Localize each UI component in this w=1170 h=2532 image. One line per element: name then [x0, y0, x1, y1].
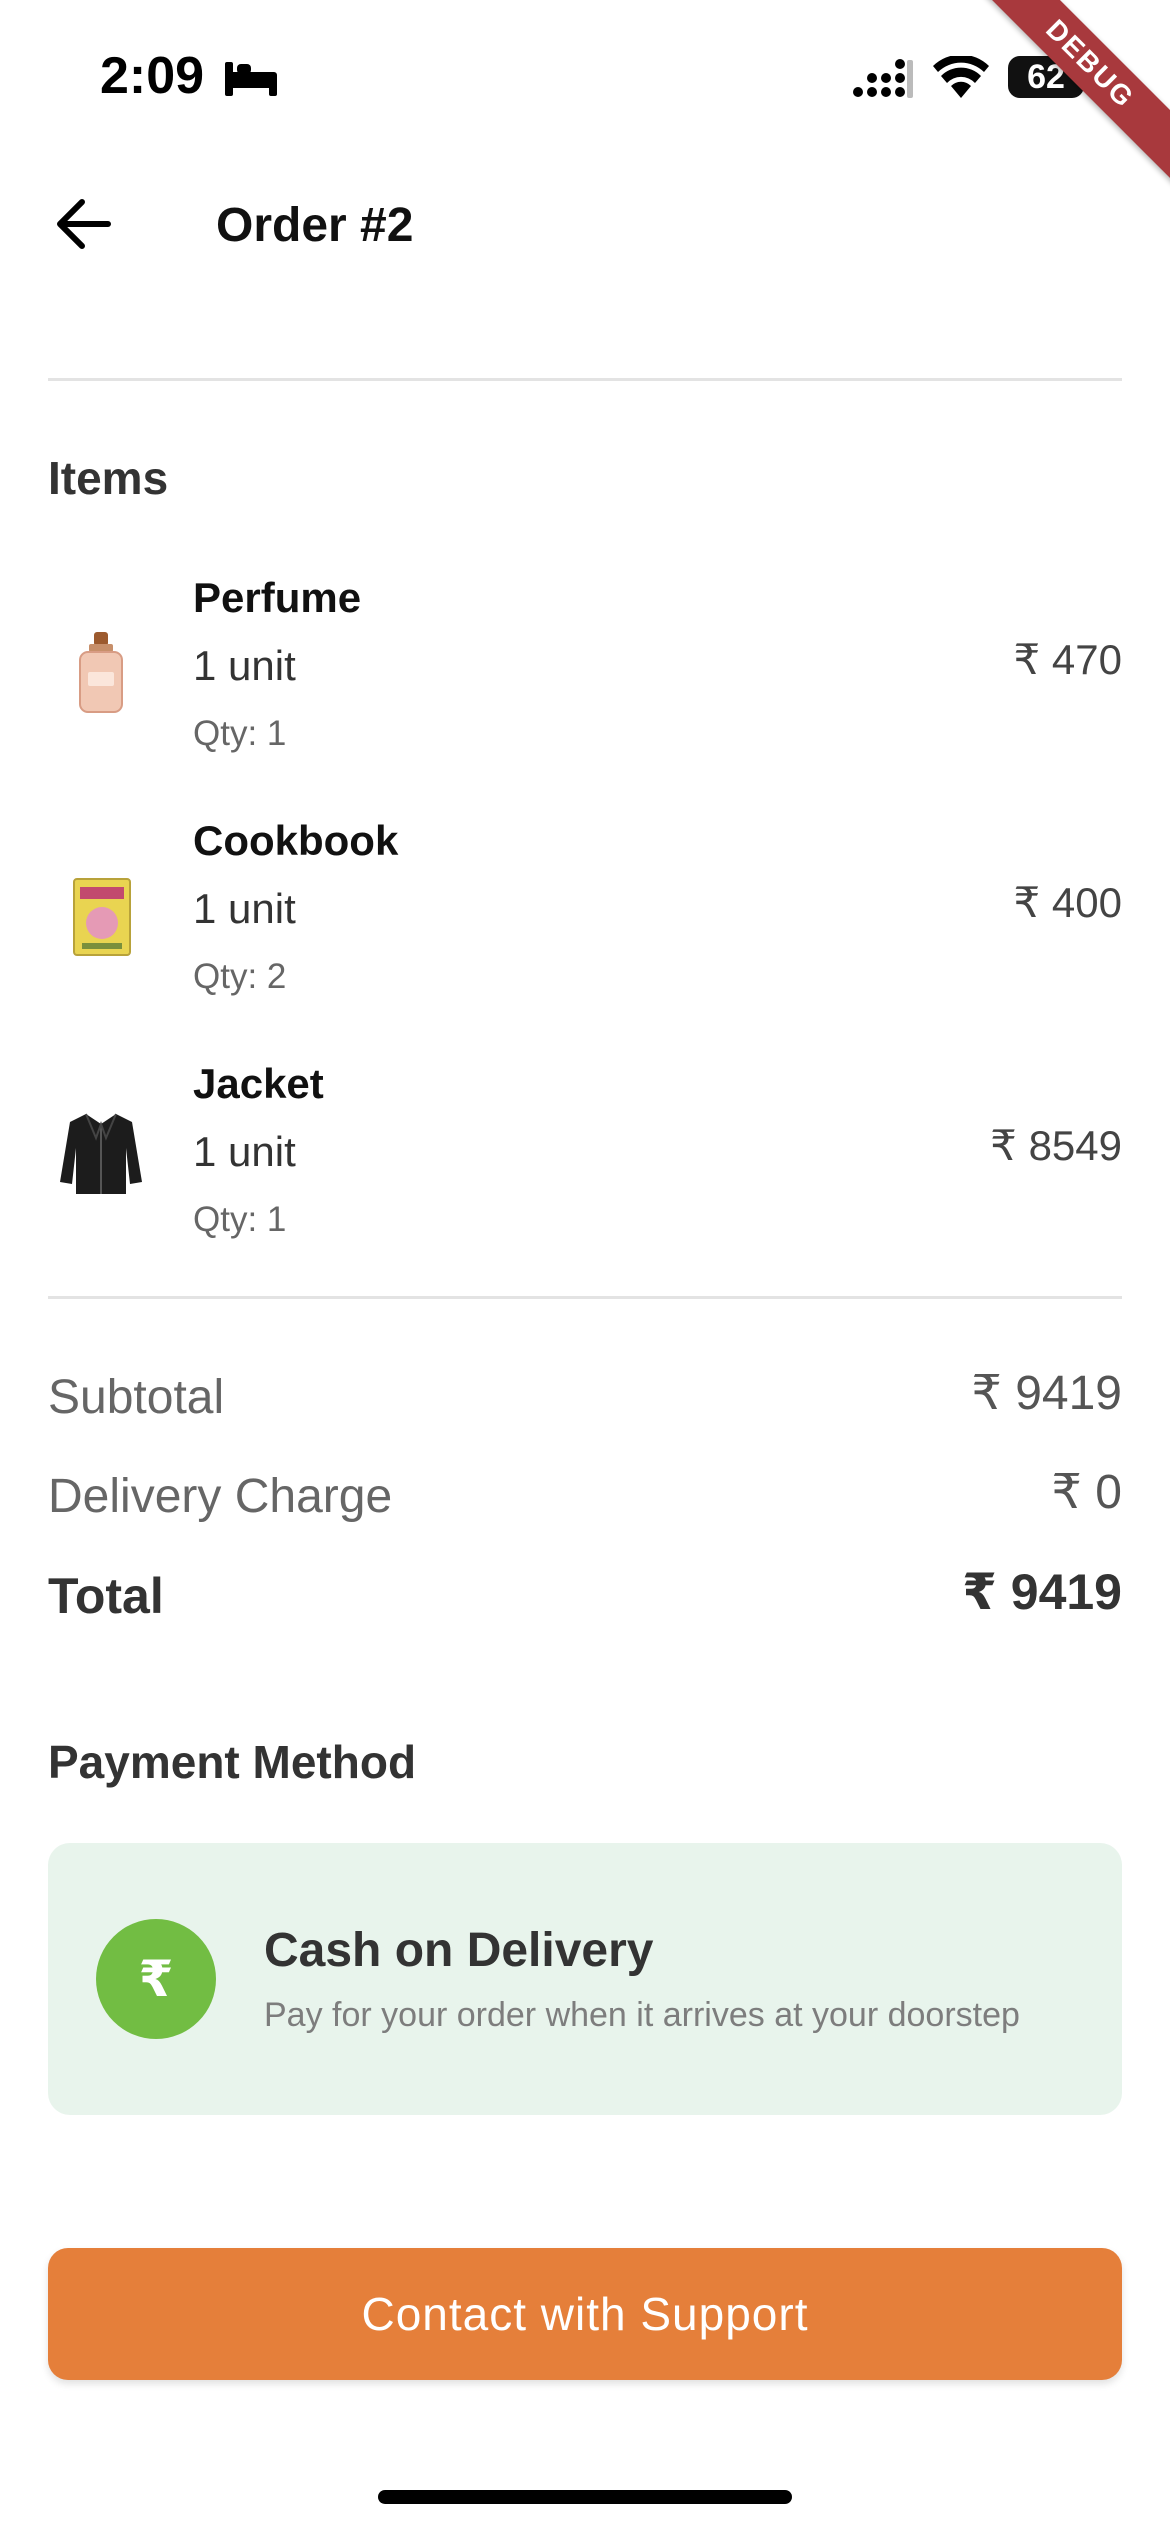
rupee-icon: ₹ [96, 1919, 216, 2039]
jacket-thumbnail [60, 1113, 142, 1194]
payment-section-title: Payment Method [48, 1736, 417, 1788]
item-name: Jacket [193, 1060, 324, 1107]
back-arrow-icon[interactable] [52, 192, 116, 256]
item-price: ₹ 400 [1013, 879, 1122, 926]
list-item[interactable]: Perfume 1 unit Qty: 1 ₹ 470 [48, 572, 1122, 802]
cellular-signal-icon [853, 59, 913, 98]
subtotal-value: ₹ 9419 [971, 1367, 1122, 1420]
item-unit: 1 unit [193, 1128, 296, 1175]
cookbook-thumbnail [73, 878, 131, 956]
payment-method-title: Cash on Delivery [264, 1924, 654, 1977]
item-unit: 1 unit [193, 642, 296, 689]
delivery-charge-label: Delivery Charge [48, 1470, 393, 1523]
item-price: ₹ 470 [1013, 636, 1122, 683]
total-label: Total [48, 1568, 164, 1624]
item-qty: Qty: 1 [193, 714, 287, 753]
status-time: 2:09 [100, 47, 205, 105]
payment-method-card[interactable]: ₹ Cash on Delivery Pay for your order wh… [48, 1843, 1122, 2115]
list-item[interactable]: Cookbook 1 unit Qty: 2 ₹ 400 [48, 815, 1122, 1045]
items-section-title: Items [48, 452, 169, 504]
item-name: Perfume [193, 574, 362, 621]
item-price: ₹ 8549 [990, 1122, 1122, 1169]
home-indicator[interactable] [378, 2490, 792, 2504]
items-divider [48, 1296, 1122, 1299]
item-qty: Qty: 2 [193, 957, 287, 996]
contact-support-button[interactable]: Contact with Support [48, 2248, 1122, 2380]
payment-method-description: Pay for your order when it arrives at yo… [264, 1996, 1020, 2034]
sleep-focus-icon [225, 62, 277, 96]
total-value: ₹ 9419 [962, 1564, 1122, 1620]
item-qty: Qty: 1 [193, 1200, 287, 1239]
list-item[interactable]: Jacket 1 unit Qty: 1 ₹ 8549 [48, 1058, 1122, 1288]
page-title: Order #2 [216, 199, 414, 252]
item-unit: 1 unit [193, 885, 296, 932]
subtotal-label: Subtotal [48, 1371, 225, 1424]
header-divider [48, 378, 1122, 381]
item-name: Cookbook [193, 817, 399, 864]
delivery-charge-value: ₹ 0 [1051, 1466, 1122, 1519]
perfume-thumbnail [79, 632, 123, 713]
wifi-icon [933, 56, 989, 98]
